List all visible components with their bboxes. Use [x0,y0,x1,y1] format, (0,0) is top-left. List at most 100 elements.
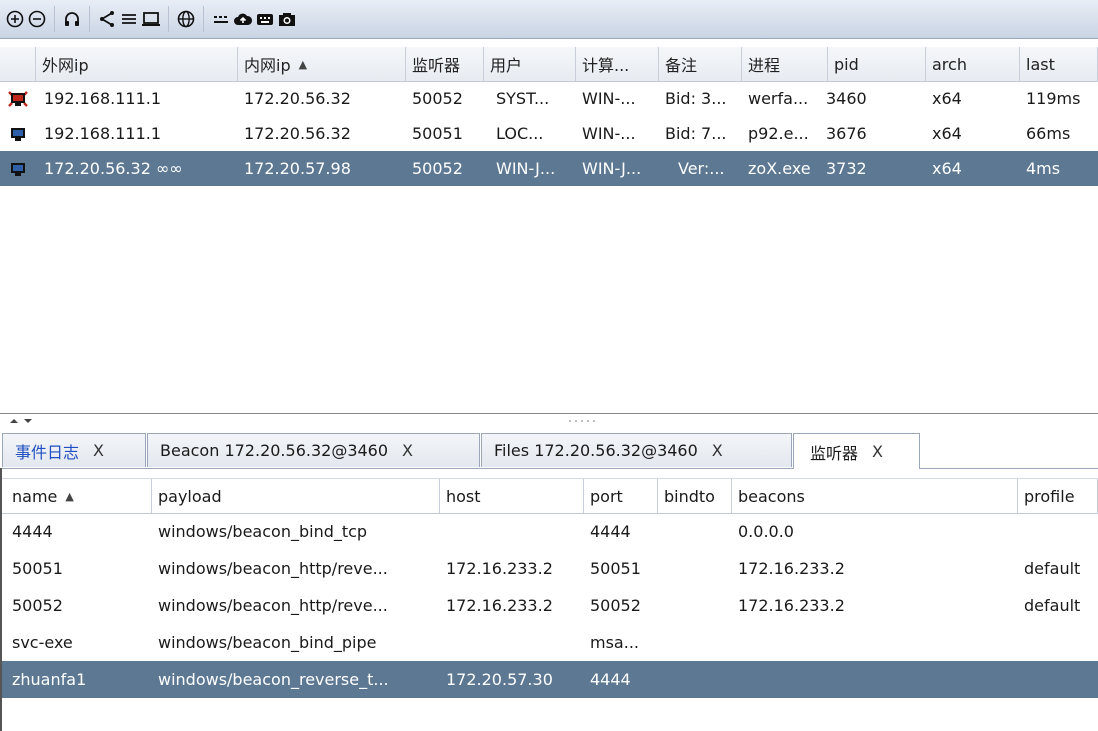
cell-bindto [658,587,732,624]
cell-payload: windows/beacon_http/reve... [158,596,388,615]
cell-user: WIN-J... [496,159,556,178]
keyboard-icon[interactable] [255,9,275,29]
header-note[interactable]: 备注 [659,47,742,81]
toolbar-separator [89,6,90,32]
beacon-row[interactable]: 192.168.111.1 172.20.56.32 50051 LOC... … [0,116,1098,151]
cloud-upload-icon[interactable] [233,9,253,29]
listener-row-selected[interactable]: zhuanfa1 windows/beacon_reverse_t... 172… [2,661,1098,698]
camera-icon[interactable] [277,9,297,29]
cell-computer: WIN-J... [582,159,642,178]
collapse-arrows-icon[interactable] [8,417,48,425]
cell-internal-ip: 172.20.56.32 [244,89,351,108]
cell-bindto [658,513,732,550]
header-name[interactable]: name ▲ [6,479,152,513]
cell-computer: WIN-... [582,89,636,108]
drag-handle-icon[interactable] [567,418,597,424]
header-process[interactable]: 进程 [742,47,828,81]
sort-ascending-icon: ▲ [298,57,308,71]
header-host[interactable]: host [440,479,584,513]
cell-process: p92.e... [748,124,809,143]
cell-note: Ver:... [678,159,725,178]
header-internal-ip-label: 内网ip [244,56,291,75]
cell-host: 172.16.233.2 [446,596,553,615]
cell-last: 66ms [1026,124,1071,143]
tab-close-icon[interactable]: X [712,441,723,460]
listener-row[interactable]: 4444 windows/beacon_bind_tcp 4444 0.0.0.… [2,513,1098,550]
header-icon-col[interactable] [0,47,36,81]
header-user[interactable]: 用户 [484,47,576,81]
cell-name: 4444 [12,522,53,541]
globe-icon[interactable] [176,9,196,29]
header-profile[interactable]: profile [1018,479,1098,513]
header-listener[interactable]: 监听器 [406,47,484,81]
header-internal-ip[interactable]: 内网ip ▲ [238,47,406,81]
cell-bindto [658,624,732,661]
cell-last: 119ms [1026,89,1081,108]
tab-bar: 事件日志 X Beacon 172.20.56.32@3460 X Files … [0,431,1098,469]
cell-process: werfa... [748,89,809,108]
keyboard-dots-icon[interactable] [211,9,231,29]
toolbar [0,0,1098,39]
tab-files-label: Files 172.20.56.32@3460 [494,441,698,460]
listener-row[interactable]: 50052 windows/beacon_http/reve... 172.16… [2,587,1098,624]
header-external-ip[interactable]: 外网ip [36,47,238,81]
cell-arch: x64 [932,159,962,178]
cell-external-ip: 192.168.111.1 [44,124,162,143]
add-icon[interactable] [5,9,25,29]
cell-arch: x64 [932,89,962,108]
headphones-icon[interactable] [62,9,82,29]
cell-name: 50051 [12,559,63,578]
cell-port: 4444 [590,670,631,689]
cell-pid: 3732 [826,159,867,178]
cell-beacons: 172.16.233.2 [738,559,845,578]
listener-table-header: name ▲ payload host port bindto beacons p… [2,478,1098,514]
tab-files[interactable]: Files 172.20.56.32@3460 X [481,433,792,467]
tab-close-icon[interactable]: X [872,442,883,461]
cell-listener: 50051 [412,124,463,143]
cell-profile: default [1024,559,1081,578]
header-computer[interactable]: 计算... [576,47,659,81]
cell-profile [1018,661,1098,698]
beacon-admin-icon [8,91,28,107]
listener-table: name ▲ payload host port bindto beacons p… [0,468,1098,731]
cell-external-ip: 192.168.111.1 [44,89,162,108]
cell-bindto [658,550,732,587]
cell-listener: 50052 [412,89,463,108]
listener-row[interactable]: 50051 windows/beacon_http/reve... 172.16… [2,550,1098,587]
cell-payload: windows/beacon_bind_tcp [158,522,368,541]
tab-event-log-label: 事件日志 [15,442,80,462]
cell-last: 4ms [1026,159,1061,178]
pane-splitter[interactable] [0,413,1098,431]
tab-close-icon[interactable]: X [402,441,413,460]
cell-port: 4444 [590,522,631,541]
list-icon[interactable] [119,9,139,29]
cell-name: zhuanfa1 [12,670,87,689]
cell-pid: 3460 [826,89,867,108]
cell-port: msa... [590,633,639,652]
header-payload[interactable]: payload [152,479,440,513]
laptop-icon[interactable] [141,9,161,29]
header-port[interactable]: port [584,479,658,513]
header-pid[interactable]: pid [828,47,926,81]
tab-event-log[interactable]: 事件日志 X [2,433,146,467]
share-icon[interactable] [97,9,117,29]
tab-listeners[interactable]: 监听器 X [793,433,920,469]
cell-host: 172.20.57.30 [446,670,553,689]
beacon-row[interactable]: 192.168.111.1 172.20.56.32 50052 SYST...… [0,81,1098,116]
cell-payload: windows/beacon_http/reve... [158,559,388,578]
beacon-row-selected[interactable]: 172.20.56.32 ∞∞ 172.20.57.98 50052 WIN-J… [0,151,1098,186]
cell-beacons: 0.0.0.0 [738,522,794,541]
remove-icon[interactable] [27,9,47,29]
cell-profile: default [1024,596,1081,615]
header-beacons[interactable]: beacons [732,479,1018,513]
tab-beacon[interactable]: Beacon 172.20.56.32@3460 X [147,433,480,467]
cell-user: SYST... [496,89,550,108]
beacon-table: 外网ip 内网ip ▲ 监听器 用户 计算... 备注 进程 pid arch l… [0,39,1098,413]
cell-port: 50051 [590,559,641,578]
tab-close-icon[interactable]: X [93,441,104,460]
cell-note: Bid: 7... [665,124,727,143]
header-bindto[interactable]: bindto [658,479,732,513]
header-last[interactable]: last [1020,47,1098,81]
header-arch[interactable]: arch [926,47,1020,81]
listener-row[interactable]: svc-exe windows/beacon_bind_pipe msa... [2,624,1098,661]
